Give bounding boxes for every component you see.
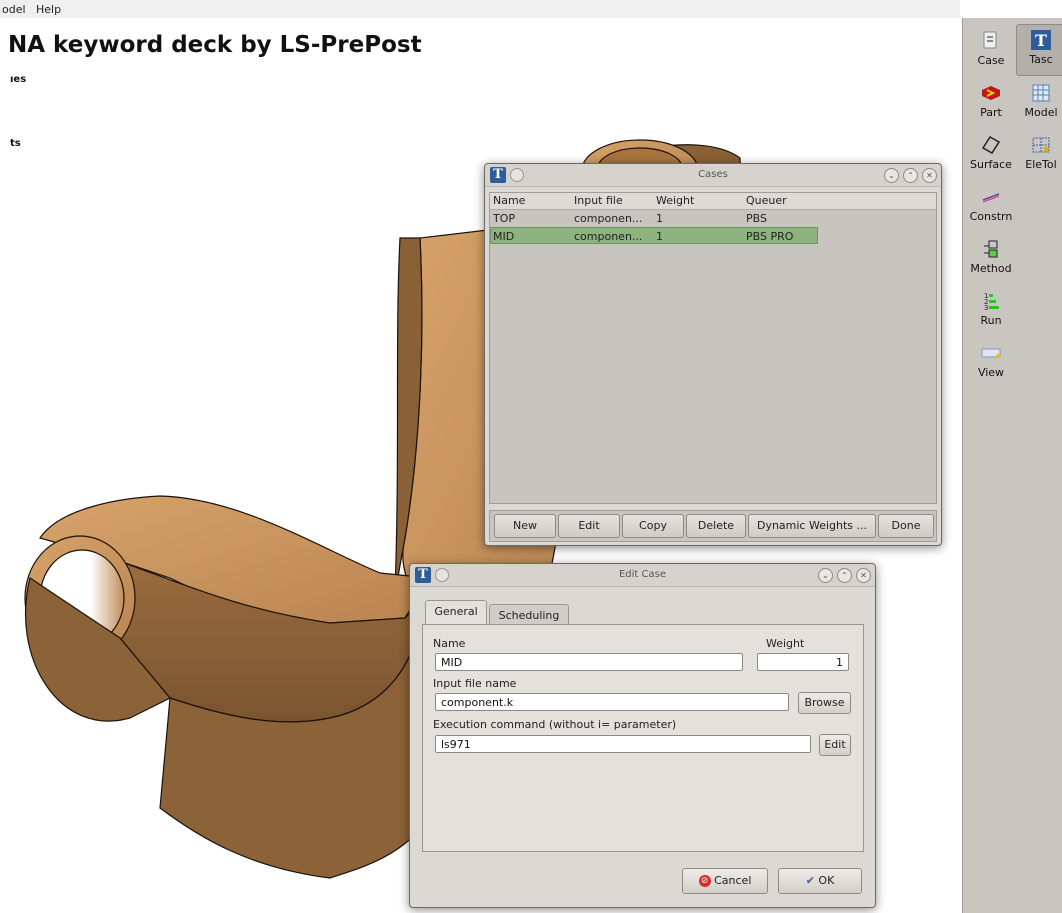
- page-title: NA keyword deck by LS-PrePost: [8, 32, 422, 58]
- dynamic-weights-button[interactable]: Dynamic Weights ...: [748, 514, 876, 538]
- tool-method-button[interactable]: Method: [966, 234, 1016, 286]
- edit-case-titlebar[interactable]: T Edit Case ⌄ ⌃ ✕: [410, 564, 875, 587]
- minimize-icon[interactable]: ⌄: [818, 568, 833, 583]
- copy-button[interactable]: Copy: [622, 514, 684, 538]
- tab-general[interactable]: General: [425, 600, 487, 627]
- ok-button[interactable]: ✔ OK: [778, 868, 862, 894]
- cases-title: Cases: [698, 169, 728, 180]
- maximize-icon[interactable]: ⌃: [903, 168, 918, 183]
- cancel-icon: ⊘: [698, 875, 711, 887]
- col-weight[interactable]: Weight: [656, 194, 694, 207]
- tool-case-label: Case: [977, 54, 1005, 67]
- cases-window: T Cases ⌄ ⌃ ✕ Name Input file Weight Que…: [484, 163, 942, 546]
- tool-run-button[interactable]: 123 Run: [966, 286, 1016, 338]
- tool-view-label: View: [977, 366, 1005, 379]
- view-icon: [981, 348, 1001, 358]
- delete-button[interactable]: Delete: [686, 514, 746, 538]
- part-icon: [982, 86, 1000, 100]
- close-icon[interactable]: ✕: [922, 168, 937, 183]
- col-input-file[interactable]: Input file: [574, 194, 623, 207]
- cell-input: componen...: [574, 212, 643, 225]
- tool-model-label: Model: [1024, 106, 1058, 119]
- cases-table[interactable]: Name Input file Weight Queuer TOP compon…: [489, 192, 937, 504]
- table-row-selected[interactable]: MID componen... 1 PBS PRO: [490, 227, 818, 244]
- name-label: Name: [433, 637, 466, 650]
- exec-command-field[interactable]: ls971: [435, 735, 811, 753]
- tool-panel: Case T Tasc Part Model Surface EleTol Co…: [962, 18, 1062, 913]
- model-icon: [1032, 84, 1050, 102]
- menu-help[interactable]: Help: [36, 3, 61, 16]
- tool-constrn-label: Constrn: [969, 210, 1013, 223]
- tool-model-button[interactable]: Model: [1016, 78, 1062, 130]
- cell-name: MID: [493, 230, 515, 243]
- fragment-label-1: ıes: [10, 74, 27, 85]
- table-header: Name Input file Weight Queuer: [490, 193, 936, 210]
- edit-button[interactable]: Edit: [558, 514, 620, 538]
- svg-text:T: T: [1035, 31, 1047, 50]
- browse-button[interactable]: Browse: [798, 692, 851, 714]
- exec-edit-button[interactable]: Edit: [819, 734, 851, 756]
- edit-case-title: Edit Case: [618, 569, 667, 580]
- col-name[interactable]: Name: [493, 194, 525, 207]
- svg-text:3: 3: [984, 304, 988, 312]
- cell-queuer: PBS: [746, 212, 767, 225]
- tool-case-button[interactable]: Case: [966, 26, 1016, 78]
- surface-icon: [981, 136, 1001, 154]
- weight-label: Weight: [766, 637, 805, 650]
- constraint-icon: [982, 193, 1000, 203]
- tool-part-button[interactable]: Part: [966, 78, 1016, 130]
- close-icon[interactable]: ✕: [856, 568, 871, 583]
- check-icon: ✔: [805, 874, 815, 887]
- general-pane: Name Weight MID 1 Input file name compon…: [422, 624, 864, 852]
- eletol-icon: [1032, 137, 1050, 153]
- case-icon: [983, 31, 997, 49]
- cell-name: TOP: [493, 212, 516, 225]
- done-button[interactable]: Done: [878, 514, 934, 538]
- cell-weight: 1: [656, 212, 663, 225]
- tool-run-label: Run: [980, 314, 1002, 327]
- exec-command-label: Execution command (without i= parameter): [433, 718, 677, 731]
- menu-model[interactable]: odel: [2, 3, 26, 16]
- cases-button-bar: New Edit Copy Delete Dynamic Weights ...…: [489, 510, 937, 542]
- new-button[interactable]: New: [494, 514, 556, 538]
- run-icon: 123: [984, 292, 999, 312]
- tool-eletol-button[interactable]: EleTol: [1016, 130, 1062, 182]
- tool-tasc-button[interactable]: T Tasc: [1016, 24, 1062, 76]
- tool-surface-button[interactable]: Surface: [966, 130, 1016, 182]
- tool-tasc-label: Tasc: [1029, 53, 1053, 66]
- minimize-icon[interactable]: ⌄: [884, 168, 899, 183]
- tool-constrn-button[interactable]: Constrn: [966, 182, 1016, 234]
- col-queuer[interactable]: Queuer: [746, 194, 787, 207]
- tool-method-label: Method: [970, 262, 1012, 275]
- tool-view-button[interactable]: View: [966, 338, 1016, 390]
- input-file-label: Input file name: [433, 677, 517, 690]
- cancel-label: Cancel: [714, 874, 752, 887]
- weight-field[interactable]: 1: [757, 653, 849, 671]
- cases-titlebar[interactable]: T Cases ⌄ ⌃ ✕: [485, 164, 941, 187]
- tool-eletol-label: EleTol: [1025, 158, 1057, 171]
- edit-case-window: T Edit Case ⌄ ⌃ ✕ General Scheduling Nam…: [409, 563, 876, 908]
- menubar: odel Help: [0, 0, 960, 18]
- tasc-icon: T: [1031, 30, 1051, 50]
- ok-label: OK: [818, 874, 835, 887]
- tool-part-label: Part: [980, 106, 1002, 119]
- fragment-label-2: ts: [10, 138, 21, 149]
- cell-queuer: PBS PRO: [746, 230, 794, 243]
- method-icon: [984, 240, 998, 258]
- tool-surface-label: Surface: [970, 158, 1012, 171]
- maximize-icon[interactable]: ⌃: [837, 568, 852, 583]
- input-file-field[interactable]: component.k: [435, 693, 789, 711]
- cell-weight: 1: [656, 230, 663, 243]
- cell-input: componen...: [574, 230, 643, 243]
- name-field[interactable]: MID: [435, 653, 743, 671]
- cancel-button[interactable]: ⊘ Cancel: [682, 868, 768, 894]
- table-row[interactable]: TOP componen... 1 PBS: [490, 210, 936, 227]
